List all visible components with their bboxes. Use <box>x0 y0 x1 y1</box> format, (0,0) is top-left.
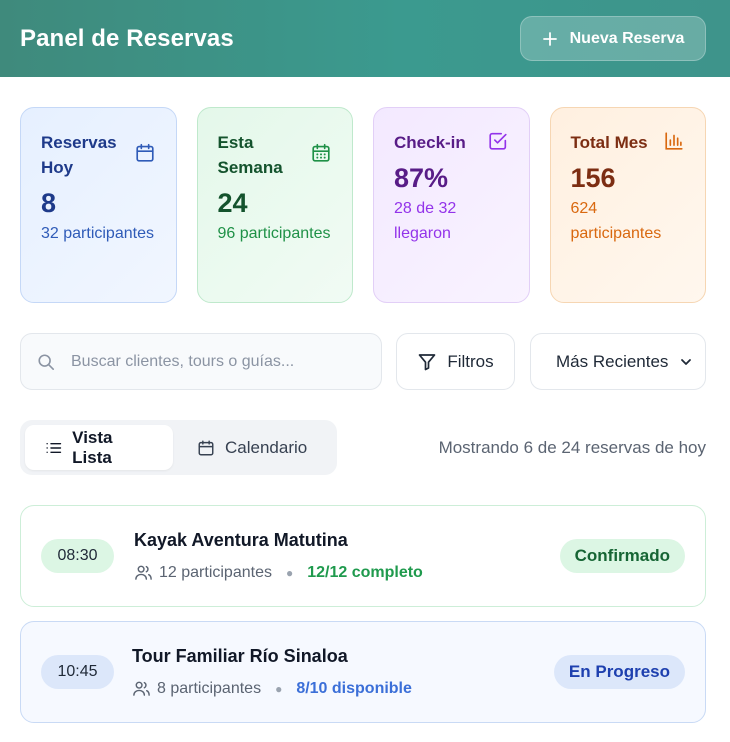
stat-card-month: Total Mes 156 624 participantes <box>549 107 706 303</box>
capacity-status: 8/10 disponible <box>296 679 412 697</box>
sort-select[interactable]: Más Recientes <box>530 333 706 390</box>
reservation-title: Kayak Aventura Matutina <box>134 530 348 550</box>
reservation-info: Tour Familiar Río Sinaloa 8 participante… <box>132 646 554 698</box>
stat-value: 24 <box>217 188 248 218</box>
time-badge: 10:45 <box>41 655 114 689</box>
users-icon <box>133 681 150 696</box>
header-bar: Panel de Reservas Nueva Reserva <box>0 0 730 77</box>
reservation-card[interactable]: 08:30 Kayak Aventura Matutina 12 partici… <box>20 505 706 607</box>
sort-selected-value: Más Recientes <box>556 351 669 371</box>
new-reservation-label: Nueva Reserva <box>569 29 685 47</box>
capacity-status: 12/12 completo <box>307 563 423 581</box>
separator-dot: ● <box>285 565 294 580</box>
search-box <box>20 333 382 390</box>
plus-icon <box>542 31 557 46</box>
participants-count: 12 participantes <box>159 563 272 581</box>
search-icon <box>38 353 55 370</box>
view-calendar-label: Calendario <box>225 437 308 457</box>
reservation-meta: 12 participantes ● 12/12 completo <box>134 563 560 582</box>
calendar-icon <box>135 143 154 162</box>
separator-dot: ● <box>275 681 283 696</box>
reservation-card[interactable]: 10:45 Tour Familiar Río Sinaloa 8 partic… <box>20 621 706 723</box>
reservation-info: Kayak Aventura Matutina 12 participantes… <box>134 530 560 582</box>
status-badge: Confirmado <box>559 539 685 573</box>
users-icon <box>135 565 152 580</box>
filters-button[interactable]: Filtros <box>396 333 515 390</box>
search-input[interactable] <box>71 352 341 371</box>
stat-value: 156 <box>570 163 616 193</box>
stat-value: 87% <box>394 163 449 193</box>
status-badge: En Progreso <box>553 655 685 689</box>
view-list-tab[interactable]: Vista Lista <box>25 425 173 470</box>
stat-card-week: Esta Semana 24 96 participantes <box>196 107 353 303</box>
view-toggle: Vista Lista Calendario <box>20 420 337 475</box>
stat-label: Esta Semana <box>217 133 283 177</box>
results-count: Mostrando 6 de 24 reservas de hoy <box>438 438 706 457</box>
bar-chart-icon <box>665 132 683 150</box>
reservation-meta: 8 participantes ● 8/10 disponible <box>132 679 554 698</box>
calendar-icon <box>198 440 214 455</box>
stat-sub: 28 de 32 llegaron <box>394 200 457 242</box>
check-square-icon <box>488 132 507 150</box>
stat-sub: 32 participantes <box>41 225 154 242</box>
stat-value: 8 <box>41 188 57 218</box>
reservation-title: Tour Familiar Río Sinaloa <box>132 646 348 666</box>
chevron-down-icon <box>681 358 691 365</box>
stats-row: Reservas Hoy 8 32 participantes Esta Sem… <box>20 107 706 303</box>
stat-card-today: Reservas Hoy 8 32 participantes <box>20 107 177 303</box>
stat-sub: 624 participantes <box>570 200 662 242</box>
participants-count: 8 participantes <box>157 679 262 697</box>
time-badge: 08:30 <box>41 539 114 573</box>
filters-label: Filtros <box>447 351 494 371</box>
calendar-days-icon <box>312 143 330 162</box>
page-title: Panel de Reservas <box>20 24 234 52</box>
filter-icon <box>419 353 436 370</box>
new-reservation-button[interactable]: Nueva Reserva <box>520 16 706 61</box>
stat-label: Reservas Hoy <box>41 133 117 177</box>
stat-sub: 96 participantes <box>217 225 331 242</box>
view-calendar-tab[interactable]: Calendario <box>177 425 327 470</box>
view-list-label: Vista Lista <box>72 427 113 467</box>
stat-card-checkin: Check-in 87% 28 de 32 llegaron <box>373 107 530 303</box>
list-icon <box>46 442 62 453</box>
